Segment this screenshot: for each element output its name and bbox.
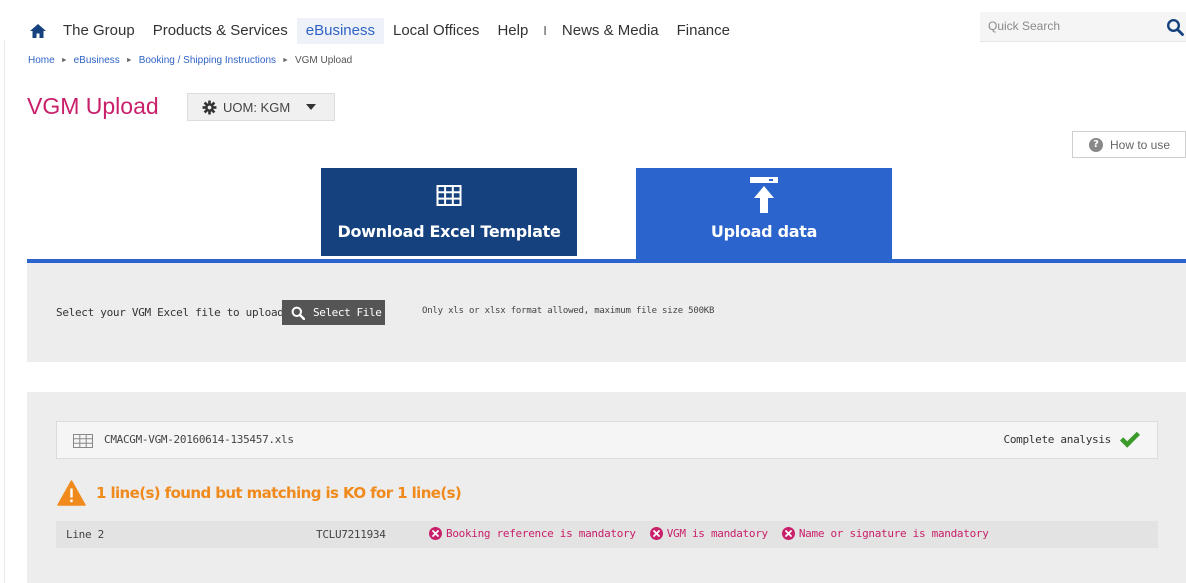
upload-panel: Select your VGM Excel file to upload Sel… — [27, 263, 1186, 362]
nav-item-news-media[interactable]: News & Media — [553, 18, 668, 44]
error-item: Booking reference is mandatory — [429, 527, 636, 540]
uploaded-file-row: CMACGM-VGM-20160614-135457.xls Complete … — [56, 421, 1158, 459]
error-icon — [781, 527, 795, 540]
upload-data-tab[interactable]: Upload data — [636, 168, 892, 262]
table-row: Line 2 TCLU7211934 Booking reference is … — [56, 521, 1158, 548]
file-format-hint: Only xls or xlsx format allowed, maximum… — [422, 306, 715, 316]
search-input[interactable] — [988, 19, 1148, 33]
breadcrumb-current: VGM Upload — [294, 55, 353, 66]
home-icon[interactable] — [30, 24, 46, 38]
table-icon — [436, 185, 462, 206]
page-left-border — [4, 40, 5, 583]
nav-item-ebusiness[interactable]: eBusiness — [296, 18, 384, 44]
search-icon — [291, 306, 305, 320]
warning-message: 1 line(s) found but matching is KO for 1… — [96, 484, 462, 502]
warning-icon — [57, 480, 86, 506]
help-icon: ? — [1089, 137, 1103, 152]
nav-item-finance[interactable]: Finance — [668, 18, 739, 44]
nav-item-help[interactable]: Help — [488, 18, 537, 44]
select-file-label: Select File — [313, 306, 382, 319]
line-number: Line 2 — [66, 528, 104, 541]
container-number: TCLU7211934 — [316, 528, 386, 541]
error-text: VGM is mandatory — [666, 527, 768, 540]
breadcrumb: Home ► eBusiness ► Booking / Shipping In… — [28, 55, 352, 66]
file-name: CMACGM-VGM-20160614-135457.xls — [104, 433, 294, 446]
nav-separator: I — [543, 23, 547, 38]
error-text: Booking reference is mandatory — [446, 527, 636, 540]
analysis-result-panel: CMACGM-VGM-20160614-135457.xls Complete … — [27, 392, 1186, 583]
download-template-label: Download Excel Template — [337, 222, 561, 241]
chevron-right-icon: ► — [125, 57, 133, 64]
page-title: VGM Upload — [27, 93, 159, 119]
how-to-use-label: How to use — [1110, 137, 1171, 152]
search-icon[interactable] — [1166, 18, 1184, 36]
error-text: Name or signature is mandatory — [798, 527, 989, 540]
matching-warning: 1 line(s) found but matching is KO for 1… — [57, 480, 462, 506]
spreadsheet-icon — [73, 434, 93, 448]
download-template-tab[interactable]: Download Excel Template — [321, 168, 577, 256]
gear-icon — [202, 100, 217, 114]
select-file-button[interactable]: Select File — [282, 300, 385, 325]
error-icon — [649, 527, 663, 540]
nav-item-local-offices[interactable]: Local Offices — [384, 18, 488, 44]
uom-dropdown[interactable]: UOM: KGM — [187, 93, 335, 121]
nav-menu: The Group Products & Services eBusiness … — [54, 18, 739, 44]
error-item: VGM is mandatory — [649, 527, 768, 540]
uom-label: UOM: KGM — [223, 99, 291, 115]
upload-data-label: Upload data — [710, 222, 818, 241]
top-navigation: The Group Products & Services eBusiness … — [0, 12, 1186, 50]
analysis-status: Complete analysis — [1003, 433, 1112, 446]
error-icon — [429, 527, 442, 540]
chevron-down-icon — [306, 104, 317, 110]
nav-item-the-group[interactable]: The Group — [54, 18, 144, 44]
breadcrumb-home[interactable]: Home — [28, 55, 55, 66]
chevron-right-icon: ► — [282, 57, 289, 64]
quick-search — [980, 12, 1186, 42]
breadcrumb-ebusiness[interactable]: eBusiness — [74, 55, 120, 66]
upload-instruction: Select your VGM Excel file to upload — [56, 306, 284, 319]
chevron-right-icon: ► — [60, 57, 68, 64]
how-to-use-button[interactable]: ? How to use — [1072, 131, 1186, 158]
error-list: Booking reference is mandatory VGM is ma… — [429, 527, 1003, 540]
nav-item-products-services[interactable]: Products & Services — [144, 18, 297, 44]
checkmark-icon — [1120, 431, 1140, 448]
upload-icon — [750, 177, 778, 213]
error-item: Name or signature is mandatory — [781, 527, 989, 540]
breadcrumb-booking[interactable]: Booking / Shipping Instructions — [139, 55, 276, 66]
